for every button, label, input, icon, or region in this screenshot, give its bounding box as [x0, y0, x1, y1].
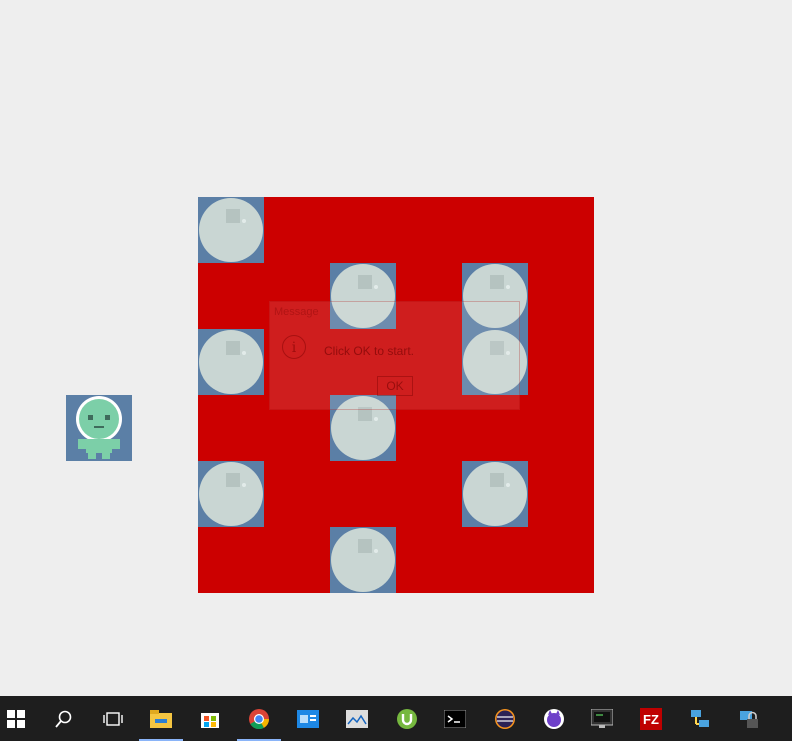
contacts-app-icon [297, 708, 319, 730]
terminal-monitor-icon [591, 708, 613, 730]
ok-button[interactable]: OK [377, 376, 413, 396]
taskbar-chrome[interactable] [235, 696, 283, 741]
taskbar-store[interactable] [186, 696, 234, 741]
moon-rock-tile [462, 461, 528, 527]
moon-rock-tile [198, 461, 264, 527]
taskbar-file-explorer[interactable] [137, 696, 185, 741]
task-view-icon [102, 708, 124, 730]
moon-rock-tile [198, 329, 264, 395]
search-icon [53, 708, 75, 730]
taskbar-start-button-windows[interactable] [0, 696, 32, 741]
taskbar-filezilla[interactable]: FZ [627, 696, 675, 741]
chrome-icon [248, 708, 270, 730]
taskbar-vpn-lock[interactable] [725, 696, 773, 741]
utorrent-icon [396, 708, 418, 730]
info-icon: i [282, 335, 306, 359]
moon-rock-tile [330, 527, 396, 593]
taskbar-terminal-monitor[interactable] [578, 696, 626, 741]
taskbar-command-prompt[interactable] [431, 696, 479, 741]
taskbar-contacts-app[interactable] [284, 696, 332, 741]
network-connections-icon [689, 708, 711, 730]
file-explorer-icon [150, 708, 172, 730]
taskbar-network-connections[interactable] [676, 696, 724, 741]
moon-rock-tile [198, 197, 264, 263]
github-desktop-icon [543, 708, 565, 730]
taskbar-search[interactable] [40, 696, 88, 741]
player-astronaut [66, 395, 132, 461]
store-icon [199, 708, 221, 730]
taskbar-utorrent[interactable] [383, 696, 431, 741]
taskbar-eclipse[interactable] [481, 696, 529, 741]
taskbar-github-desktop[interactable] [530, 696, 578, 741]
taskbar-photo-viewer[interactable] [333, 696, 381, 741]
photo-viewer-icon [346, 708, 368, 730]
filezilla-icon: FZ [640, 707, 662, 730]
eclipse-icon [494, 708, 516, 730]
astronaut-icon [66, 395, 132, 461]
windows-taskbar: FZ [0, 696, 792, 741]
command-prompt-icon [444, 708, 466, 730]
start-button-windows-icon [5, 708, 27, 730]
message-dialog: Message i Click OK to start. OK [269, 301, 520, 410]
svg-text:FZ: FZ [643, 712, 659, 727]
vpn-lock-icon [738, 708, 760, 730]
dialog-message: Click OK to start. [324, 344, 415, 358]
dialog-title: Message [274, 306, 319, 318]
taskbar-task-view[interactable] [89, 696, 137, 741]
